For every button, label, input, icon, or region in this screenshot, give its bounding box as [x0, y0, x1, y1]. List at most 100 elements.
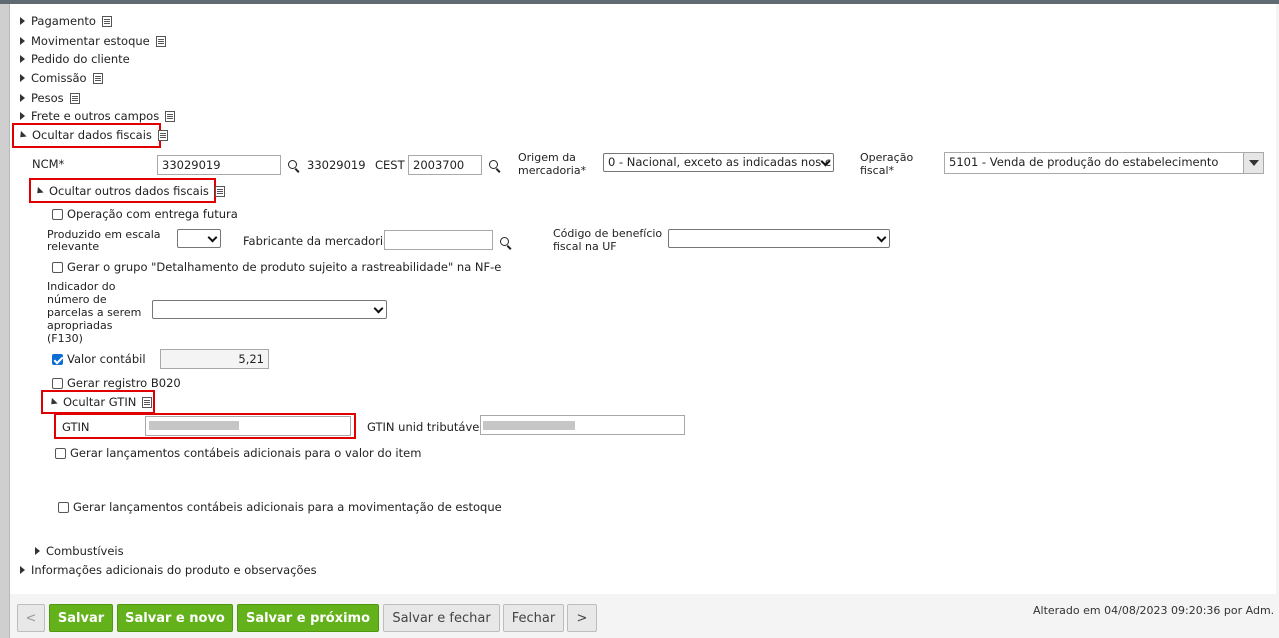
section-label: Ocultar GTIN: [63, 395, 137, 409]
section-label: Informações adicionais do produto e obse…: [31, 563, 317, 577]
ncm-description: 33029019: [307, 158, 366, 172]
lancamentos-item-checkbox[interactable]: [55, 447, 66, 459]
left-panel-edge: [0, 4, 10, 638]
save-and-new-button[interactable]: Salvar e novo: [117, 604, 233, 632]
expand-icon: [20, 94, 25, 102]
beneficio-label-line1: Código de benefício: [553, 227, 663, 240]
section-pagamento[interactable]: Pagamento: [20, 14, 112, 28]
lancamentos-item-option[interactable]: Gerar lançamentos contábeis adicionais p…: [55, 446, 421, 460]
cest-label: CEST: [375, 158, 405, 172]
expand-icon: [20, 17, 25, 25]
ncm-search[interactable]: [288, 158, 297, 172]
section-movimentar-estoque[interactable]: Movimentar estoque: [20, 34, 166, 48]
save-and-next-button[interactable]: Salvar e próximo: [237, 604, 379, 632]
origem-label-line1: Origem da: [518, 151, 576, 164]
indicador-label-line1: Indicador do: [47, 280, 116, 293]
gtin-label: GTIN: [62, 420, 90, 434]
indicador-select[interactable]: [152, 300, 387, 319]
valor-contabil-input[interactable]: 5,21: [160, 349, 269, 369]
section-pedido-cliente[interactable]: Pedido do cliente: [20, 52, 130, 66]
indicador-label-line2: número de: [47, 293, 107, 306]
beneficio-label-line2: fiscal na UF: [553, 240, 617, 253]
section-comissao[interactable]: Comissão: [20, 71, 103, 85]
entrega-futura-label: Operação com entrega futura: [67, 207, 238, 221]
valor-contabil-option[interactable]: Valor contábil: [52, 352, 146, 366]
valor-contabil-checkbox[interactable]: [52, 353, 63, 365]
b020-option[interactable]: Gerar registro B020: [52, 376, 181, 390]
section-ocultar-gtin[interactable]: Ocultar GTIN: [48, 395, 153, 409]
chevron-down-icon: [373, 303, 384, 314]
note-icon[interactable]: [69, 92, 80, 104]
section-label: Pagamento: [31, 14, 96, 28]
chevron-down-icon: [876, 232, 887, 243]
expand-icon: [20, 37, 25, 45]
origem-value: 0 - Nacional, exceto as indicadas nos c: [608, 155, 832, 169]
escala-select[interactable]: [177, 229, 221, 248]
operacao-value: 5101 - Venda de produção do estabelecime…: [949, 155, 1219, 169]
lancamentos-estoque-option[interactable]: Gerar lançamentos contábeis adicionais p…: [58, 500, 502, 514]
section-label: Ocultar dados fiscais: [32, 128, 152, 142]
section-label: Combustíveis: [46, 544, 124, 558]
valor-contabil-label: Valor contábil: [67, 352, 146, 366]
search-icon[interactable]: [500, 237, 509, 246]
expand-icon: [20, 566, 25, 574]
lancamentos-estoque-label: Gerar lançamentos contábeis adicionais p…: [73, 500, 502, 514]
expand-icon: [35, 547, 40, 555]
fabricante-input[interactable]: [384, 230, 493, 250]
save-button[interactable]: Salvar: [49, 604, 113, 632]
rastreabilidade-option[interactable]: Gerar o grupo "Detalhamento de produto s…: [52, 260, 501, 274]
note-icon[interactable]: [155, 35, 166, 47]
close-button[interactable]: Fechar: [503, 604, 564, 632]
combo-dropdown-button[interactable]: [1243, 153, 1263, 173]
section-informacoes[interactable]: Informações adicionais do produto e obse…: [20, 563, 317, 577]
section-combustiveis[interactable]: Combustíveis: [35, 544, 124, 558]
note-icon[interactable]: [165, 110, 176, 122]
previous-button[interactable]: <: [17, 604, 45, 632]
entrega-futura-option[interactable]: Operação com entrega futura: [52, 207, 238, 221]
rastreabilidade-label: Gerar o grupo "Detalhamento de produto s…: [67, 260, 502, 274]
note-icon[interactable]: [142, 396, 153, 408]
note-icon[interactable]: [214, 185, 225, 197]
section-label: Comissão: [31, 71, 87, 85]
ncm-input[interactable]: 33029019: [157, 155, 281, 175]
b020-checkbox[interactable]: [52, 377, 63, 389]
lancamentos-estoque-checkbox[interactable]: [58, 501, 69, 513]
cest-input[interactable]: 2003700: [408, 155, 482, 175]
section-ocultar-outros-dados-fiscais[interactable]: Ocultar outros dados fiscais: [34, 184, 225, 198]
ncm-label: NCM*: [32, 157, 65, 171]
beneficio-select[interactable]: [668, 229, 890, 248]
section-ocultar-dados-fiscais[interactable]: Ocultar dados fiscais: [17, 128, 168, 142]
gtin-trib-label: GTIN unid tributável: [367, 420, 483, 434]
section-label: Pesos: [31, 91, 64, 105]
collapse-icon: [17, 130, 27, 140]
redacted-value: [149, 421, 239, 430]
indicador-label-line4: apropriadas: [47, 319, 113, 332]
fabricante-label: Fabricante da mercadoria: [243, 234, 391, 248]
origem-select[interactable]: 0 - Nacional, exceto as indicadas nos c: [603, 153, 834, 172]
section-label: Frete e outros campos: [31, 109, 160, 123]
chevron-down-icon: [207, 232, 218, 243]
expand-icon: [20, 112, 25, 120]
next-button[interactable]: >: [567, 604, 597, 632]
entrega-futura-checkbox[interactable]: [52, 208, 63, 220]
collapse-icon: [48, 397, 58, 407]
section-frete[interactable]: Frete e outros campos: [20, 109, 176, 123]
section-pesos[interactable]: Pesos: [20, 91, 80, 105]
section-label: Movimentar estoque: [31, 34, 150, 48]
fabricante-search[interactable]: [500, 235, 509, 249]
section-label: Pedido do cliente: [31, 52, 130, 66]
save-and-close-button[interactable]: Salvar e fechar: [383, 604, 500, 632]
search-icon[interactable]: [489, 160, 498, 169]
note-icon[interactable]: [101, 15, 112, 27]
rastreabilidade-checkbox[interactable]: [52, 261, 63, 273]
b020-label: Gerar registro B020: [67, 376, 181, 390]
cest-search[interactable]: [489, 158, 498, 172]
expand-icon: [20, 74, 25, 82]
operacao-fiscal-combo[interactable]: 5101 - Venda de produção do estabelecime…: [944, 152, 1264, 174]
search-icon[interactable]: [288, 160, 297, 169]
note-icon[interactable]: [92, 72, 103, 84]
note-icon[interactable]: [157, 129, 168, 141]
indicador-label-line3: parcelas a serem: [47, 306, 142, 319]
operacao-label-line1: Operação: [860, 151, 914, 164]
indicador-label-line5: (F130): [47, 332, 83, 345]
